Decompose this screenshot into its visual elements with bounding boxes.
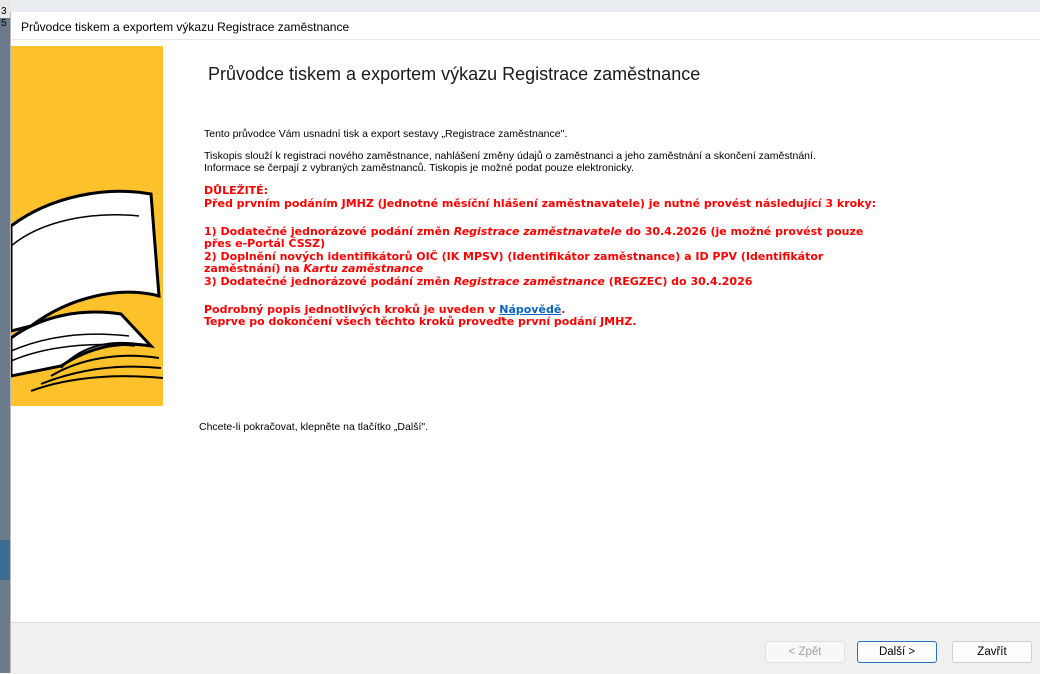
open-book-illustration	[11, 189, 163, 392]
wizard-dialog: Průvodce tiskem a exportem výkazu Regist…	[10, 12, 1040, 674]
intro-text: Tento průvodce Vám usnadní tisk a export…	[204, 128, 568, 140]
close-button[interactable]: Zavřít	[952, 641, 1032, 663]
background-window-edge	[0, 0, 10, 673]
continue-instruction: Chcete-li pokračovat, klepněte na tlačít…	[199, 421, 429, 433]
dialog-title: Průvodce tiskem a exportem výkazu Regist…	[11, 12, 1040, 40]
intro-text: Informace se čerpají z vybraných zaměstn…	[204, 162, 634, 174]
background-top-edge	[10, 0, 1040, 12]
final-line: Teprve po dokončení všech těchto kroků p…	[204, 315, 637, 328]
wizard-heading: Průvodce tiskem a exportem výkazu Regist…	[208, 64, 701, 84]
important-line: Před prvním podáním JMHZ (Jednotné měsíč…	[204, 197, 877, 210]
intro-text: Tiskopis slouží k registraci nového zamě…	[204, 150, 816, 162]
back-button[interactable]: < Zpět	[765, 641, 845, 663]
wizard-side-panel	[11, 46, 163, 406]
wizard-footer: < Zpět Další > Zavřít	[11, 622, 1040, 674]
step-3: 3) Dodatečné jednorázové podání změn Reg…	[204, 275, 753, 288]
background-block	[0, 540, 10, 580]
important-label: DŮLEŽITÉ:	[204, 184, 269, 197]
background-text: 35	[1, 6, 7, 29]
next-button[interactable]: Další >	[857, 641, 937, 663]
step-1-cont: přes e-Portál ČSSZ)	[204, 237, 326, 250]
step-2-cont: zaměstnání) na Kartu zaměstnance	[204, 262, 424, 275]
